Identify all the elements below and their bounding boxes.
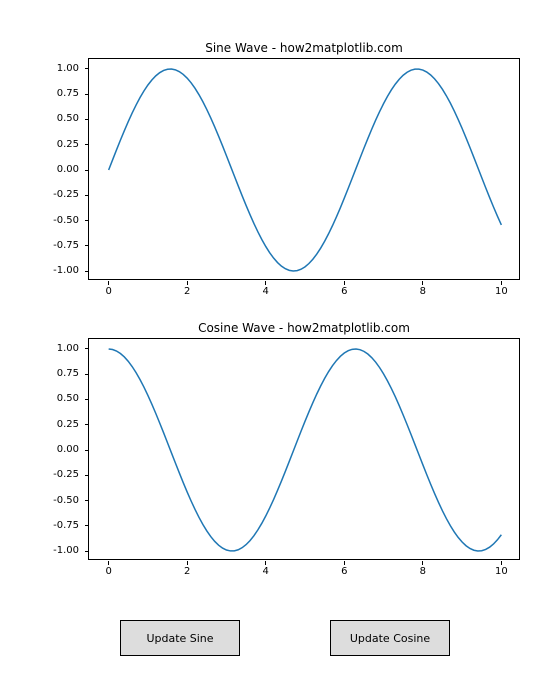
x-tick-mark (108, 281, 109, 285)
y-tick-mark (85, 475, 89, 476)
x-tick-label: 4 (263, 287, 269, 297)
y-tick-label: -0.75 (39, 521, 79, 531)
y-tick-mark (85, 271, 89, 272)
x-tick-label: 0 (105, 567, 111, 577)
x-tick-mark (344, 281, 345, 285)
x-tick-mark (344, 561, 345, 565)
x-tick-mark (187, 561, 188, 565)
cosine-line (109, 349, 502, 551)
y-tick-mark (85, 220, 89, 221)
y-tick-mark (85, 170, 89, 171)
update-cosine-label: Update Cosine (350, 632, 430, 645)
x-tick-label: 2 (184, 287, 190, 297)
update-sine-button[interactable]: Update Sine (120, 620, 240, 656)
y-tick-label: 0.50 (39, 114, 79, 124)
y-tick-label: 0.00 (39, 445, 79, 455)
sine-plot-area (89, 59, 519, 279)
update-cosine-button[interactable]: Update Cosine (330, 620, 450, 656)
y-tick-mark (85, 144, 89, 145)
x-tick-mark (108, 561, 109, 565)
y-tick-mark (85, 195, 89, 196)
x-tick-label: 4 (263, 567, 269, 577)
y-tick-label: -0.50 (39, 496, 79, 506)
y-tick-mark (85, 525, 89, 526)
y-tick-label: 0.75 (39, 369, 79, 379)
y-tick-label: 0.75 (39, 89, 79, 99)
y-tick-mark (85, 551, 89, 552)
x-tick-label: 6 (341, 287, 347, 297)
x-tick-label: 8 (420, 287, 426, 297)
x-tick-label: 10 (495, 287, 508, 297)
y-tick-label: 1.00 (39, 344, 79, 354)
y-tick-mark (85, 399, 89, 400)
x-tick-label: 10 (495, 567, 508, 577)
y-tick-mark (85, 94, 89, 95)
y-tick-label: 0.25 (39, 140, 79, 150)
sine-title: Sine Wave - how2matplotlib.com (89, 41, 519, 55)
y-tick-label: -1.00 (39, 546, 79, 556)
y-tick-mark (85, 68, 89, 69)
y-tick-mark (85, 119, 89, 120)
x-tick-mark (265, 561, 266, 565)
x-tick-label: 8 (420, 567, 426, 577)
y-tick-label: 0.00 (39, 165, 79, 175)
y-tick-label: 0.25 (39, 420, 79, 430)
cosine-axes: Cosine Wave - how2matplotlib.com 0246810… (88, 338, 520, 560)
x-tick-mark (422, 561, 423, 565)
y-tick-label: 0.50 (39, 394, 79, 404)
y-tick-mark (85, 245, 89, 246)
y-tick-label: 1.00 (39, 64, 79, 74)
y-tick-mark (85, 450, 89, 451)
y-tick-mark (85, 424, 89, 425)
y-tick-mark (85, 500, 89, 501)
x-tick-mark (422, 281, 423, 285)
y-tick-label: -1.00 (39, 266, 79, 276)
x-tick-label: 0 (105, 287, 111, 297)
cosine-title: Cosine Wave - how2matplotlib.com (89, 321, 519, 335)
sine-axes: Sine Wave - how2matplotlib.com 0246810-1… (88, 58, 520, 280)
x-tick-mark (265, 281, 266, 285)
sine-line (109, 69, 502, 271)
y-tick-mark (85, 374, 89, 375)
x-tick-mark (501, 561, 502, 565)
x-tick-mark (187, 281, 188, 285)
cosine-plot-area (89, 339, 519, 559)
y-tick-label: -0.75 (39, 241, 79, 251)
figure: Sine Wave - how2matplotlib.com 0 2 4 6 8 10 -1… (0, 0, 560, 700)
y-tick-label: -0.25 (39, 190, 79, 200)
update-sine-label: Update Sine (146, 632, 213, 645)
x-tick-mark (501, 281, 502, 285)
y-tick-label: -0.50 (39, 216, 79, 226)
y-tick-label: -0.25 (39, 470, 79, 480)
x-tick-label: 6 (341, 567, 347, 577)
x-tick-label: 2 (184, 567, 190, 577)
y-tick-mark (85, 348, 89, 349)
